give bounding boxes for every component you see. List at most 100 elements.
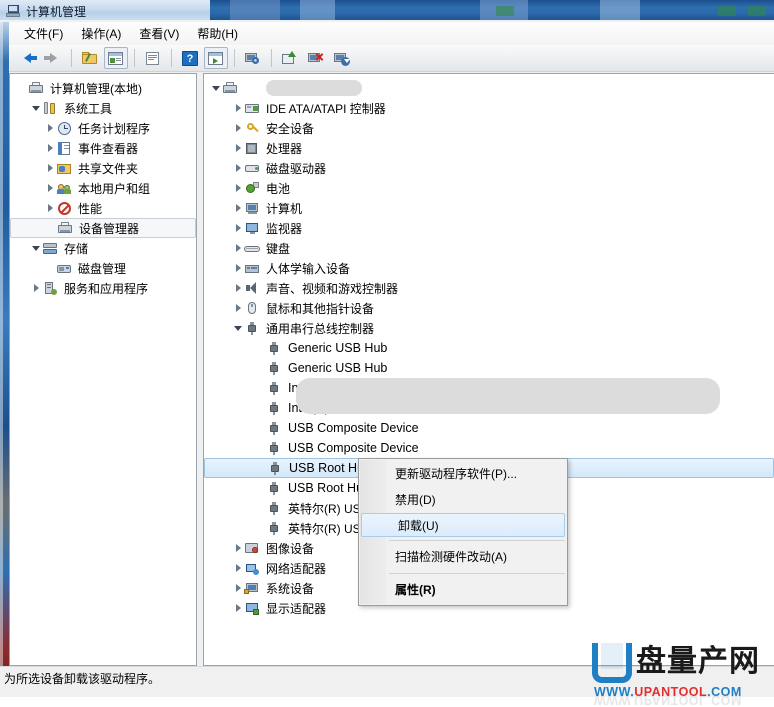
console-tree-pane[interactable]: 计算机管理(本地)系统工具任务计划程序事件查看器共享文件夹本地用户和组性能设备管… (9, 73, 197, 666)
sidebar-item-9[interactable]: 磁盘管理 (10, 258, 196, 278)
disable-device-button[interactable] (330, 47, 354, 69)
tree-expander-collapsed[interactable] (30, 278, 42, 298)
tree-expander-collapsed[interactable] (232, 138, 244, 158)
menu-bar: 文件(F) 操作(A) 查看(V) 帮助(H) (9, 22, 774, 45)
tree-expander-collapsed[interactable] (232, 218, 244, 238)
system-device-icon (244, 581, 261, 596)
device-tree-item-12[interactable]: Generic USB Hub (204, 338, 774, 358)
ctx-uninstall[interactable]: 卸载(U) (361, 513, 565, 537)
tree-expander-collapsed[interactable] (44, 178, 56, 198)
sidebar-item-6[interactable]: 性能 (10, 198, 196, 218)
sidebar-item-0[interactable]: 计算机管理(本地) (10, 78, 196, 98)
uninstall-device-button[interactable] (304, 47, 328, 69)
ctx-scan-hardware[interactable]: 扫描检测硬件改动(A) (359, 544, 567, 570)
tree-expander-expanded[interactable] (232, 318, 244, 338)
device-item-label: 电池 (262, 180, 290, 197)
sidebar-item-8[interactable]: 存储 (10, 238, 196, 258)
scan-devices-button[interactable] (241, 47, 265, 69)
device-tree-item-4[interactable]: 电池 (204, 178, 774, 198)
hid-icon (244, 261, 261, 276)
device-tree-item-11[interactable]: 通用串行总线控制器 (204, 318, 774, 338)
back-arrow-icon (24, 53, 31, 63)
ctx-properties[interactable]: 属性(R) (359, 577, 567, 603)
tree-expander-collapsed[interactable] (232, 278, 244, 298)
forward-arrow-icon (50, 53, 57, 63)
console-view-button[interactable] (204, 47, 228, 69)
menu-help[interactable]: 帮助(H) (188, 22, 247, 45)
ctx-update-driver[interactable]: 更新驱动程序软件(P)... (359, 461, 567, 487)
device-tree-item-13[interactable]: Generic USB Hub (204, 358, 774, 378)
sidebar-item-1[interactable]: 系统工具 (10, 98, 196, 118)
monitor-icon (244, 221, 261, 236)
context-menu-separator (389, 540, 565, 541)
tree-expander-collapsed[interactable] (44, 158, 56, 178)
help-icon: ? (182, 51, 198, 66)
sidebar-item-2[interactable]: 任务计划程序 (10, 118, 196, 138)
device-item-label: 人体学输入设备 (262, 260, 350, 277)
tree-expander-collapsed[interactable] (232, 118, 244, 138)
tree-expander-collapsed[interactable] (232, 238, 244, 258)
device-item-label: 系统设备 (262, 580, 314, 597)
tree-expander-collapsed[interactable] (232, 558, 244, 578)
network-adapter-icon (244, 561, 261, 576)
disk-management-icon (56, 261, 73, 276)
window-title-bar[interactable]: 计算机管理 (0, 0, 210, 22)
show-console-tree-button[interactable] (104, 47, 128, 69)
usb-device-icon (266, 341, 283, 356)
forward-button[interactable] (41, 47, 65, 69)
shared-folders-icon (56, 161, 73, 176)
sidebar-item-4[interactable]: 共享文件夹 (10, 158, 196, 178)
tree-expander-expanded[interactable] (30, 238, 42, 258)
menu-action[interactable]: 操作(A) (72, 22, 130, 45)
sidebar-item-7[interactable]: 设备管理器 (10, 218, 196, 238)
tree-expander-collapsed[interactable] (44, 138, 56, 158)
properties-button[interactable] (141, 47, 165, 69)
update-driver-button[interactable] (278, 47, 302, 69)
tree-expander-collapsed[interactable] (232, 578, 244, 598)
keyboard-icon (244, 241, 261, 256)
tree-expander-collapsed[interactable] (232, 258, 244, 278)
device-tree-item-5[interactable]: 计算机 (204, 198, 774, 218)
sidebar-item-5[interactable]: 本地用户和组 (10, 178, 196, 198)
device-tree-item-3[interactable]: 磁盘驱动器 (204, 158, 774, 178)
device-tree-item-16[interactable]: USB Composite Device (204, 418, 774, 438)
device-tree-item-0[interactable]: IDE ATA/ATAPI 控制器 (204, 98, 774, 118)
ctx-disable[interactable]: 禁用(D) (359, 487, 567, 513)
device-tree-item-8[interactable]: 人体学输入设备 (204, 258, 774, 278)
tree-expander-collapsed[interactable] (44, 198, 56, 218)
tree-expander-collapsed[interactable] (44, 118, 56, 138)
tree-expander-collapsed[interactable] (232, 298, 244, 318)
menu-view[interactable]: 查看(V) (130, 22, 188, 45)
device-tree-item-7[interactable]: 键盘 (204, 238, 774, 258)
window-title: 计算机管理 (26, 3, 86, 20)
tree-expander-collapsed[interactable] (232, 158, 244, 178)
tree-expander-collapsed[interactable] (232, 538, 244, 558)
device-tree-item-9[interactable]: 声音、视频和游戏控制器 (204, 278, 774, 298)
device-tree-item-17[interactable]: USB Composite Device (204, 438, 774, 458)
tree-expander-collapsed[interactable] (232, 598, 244, 618)
sidebar-item-3[interactable]: 事件查看器 (10, 138, 196, 158)
device-item-label: IDE ATA/ATAPI 控制器 (262, 100, 386, 117)
device-tree-item-10[interactable]: 鼠标和其他指针设备 (204, 298, 774, 318)
tree-expander-expanded[interactable] (210, 78, 222, 98)
watermark-brand-text: 盘量产网 (636, 643, 760, 681)
usb-controller-icon (244, 321, 261, 336)
disable-device-icon (334, 51, 350, 66)
tree-expander-collapsed[interactable] (232, 198, 244, 218)
up-one-level-button[interactable] (78, 47, 102, 69)
tree-expander-collapsed[interactable] (232, 178, 244, 198)
back-button[interactable] (15, 47, 39, 69)
help-button[interactable]: ? (178, 47, 202, 69)
desktop-background-strip: 计算机管理 (0, 0, 774, 22)
tree-expander-expanded[interactable] (30, 98, 42, 118)
device-item-label: 键盘 (262, 240, 290, 257)
scan-devices-icon (245, 51, 261, 66)
device-tree-item-1[interactable]: 安全设备 (204, 118, 774, 138)
device-tree-item-2[interactable]: 处理器 (204, 138, 774, 158)
sidebar-item-10[interactable]: 服务和应用程序 (10, 278, 196, 298)
menu-file[interactable]: 文件(F) (15, 22, 72, 45)
tree-expander-collapsed[interactable] (232, 98, 244, 118)
device-tree-item-6[interactable]: 监视器 (204, 218, 774, 238)
display-adapter-icon (244, 601, 261, 616)
device-item-label: 处理器 (262, 140, 302, 157)
